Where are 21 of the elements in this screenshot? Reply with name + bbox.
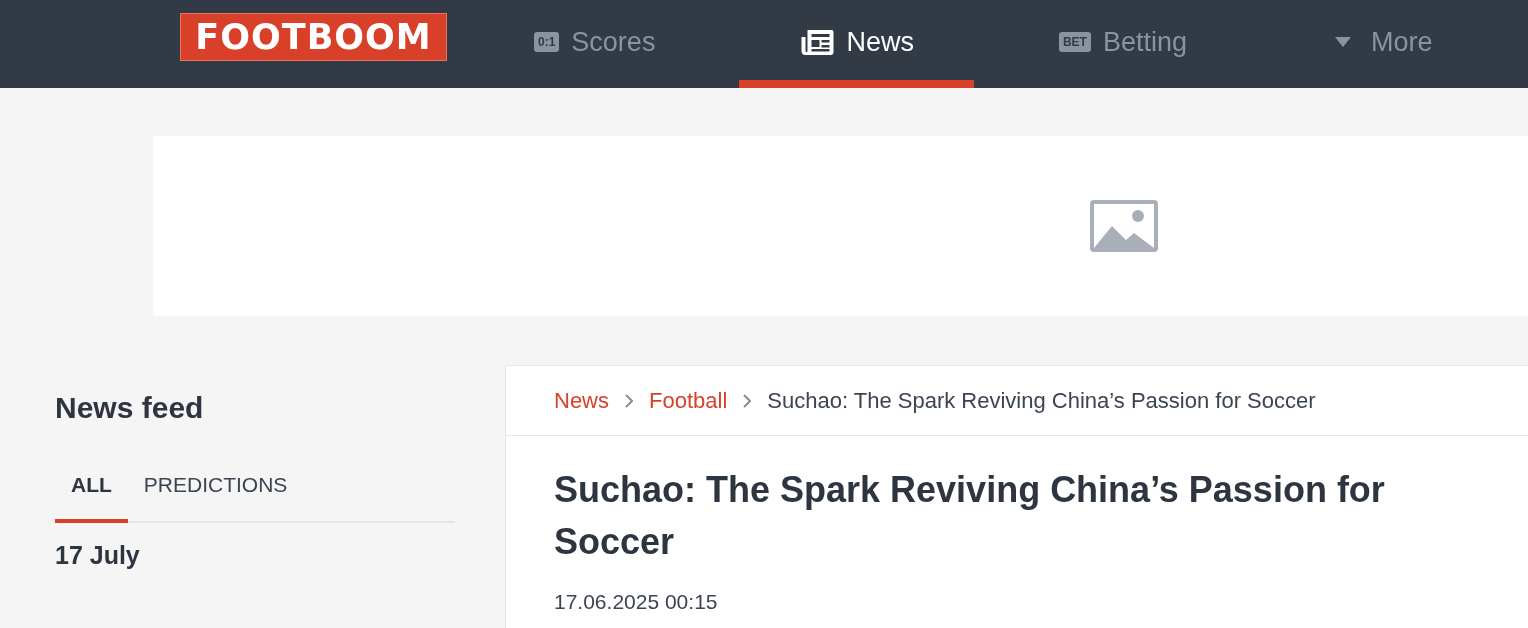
chevron-icon [743, 393, 752, 408]
nav-tab[interactable]: News [739, 0, 974, 88]
newspaper-icon [801, 28, 835, 56]
chevron-icon [625, 393, 633, 408]
nav-tab[interactable]: 0:1 Scores [534, 0, 656, 88]
breadcrumb-current: Suchao: The Spark Reviving China’s Passion for Soccer [767, 387, 1316, 414]
section-title: News feed [55, 391, 205, 425]
image-placeholder-icon [1089, 200, 1158, 252]
feed-tab[interactable]: PREDICTIONS [127, 473, 304, 523]
nav-tab[interactable]: More [1334, 0, 1433, 88]
nav-tab[interactable]: BET Betting [1058, 0, 1187, 88]
date-heading: 17 July [55, 541, 141, 570]
logo[interactable]: FOOTBOOM [180, 13, 447, 61]
breadcrumb-link[interactable]: Football [649, 387, 728, 414]
feed-tab[interactable]: ALL [55, 473, 128, 523]
badge-icon: BET [1058, 32, 1091, 52]
publish-date: 17.06.2025 00:15 [554, 590, 719, 614]
caret-icon [1334, 37, 1351, 47]
article-title: Suchao: The Spark Reviving China’s Passion for Soccer [554, 468, 1386, 564]
badge-icon: 0:1 [534, 32, 560, 52]
breadcrumb-link[interactable]: News [554, 387, 609, 414]
